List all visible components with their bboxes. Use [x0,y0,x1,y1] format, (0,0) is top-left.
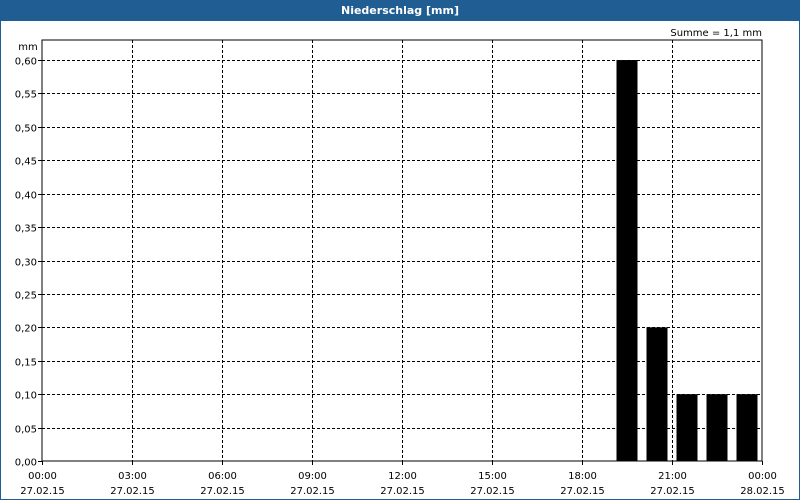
precip-bar [736,394,758,461]
x-tick-label-time: 00:00 [28,471,57,482]
x-tick-label-date: 28.02.15 [740,486,785,497]
y-tick-label: 0,25 [15,291,37,302]
x-tick-label-time: 00:00 [748,471,777,482]
sum-label: Summe = 1,1 mm [670,28,762,39]
x-tick-label-time: 12:00 [388,471,417,482]
x-tick-label-date: 27.02.15 [560,486,605,497]
precip-bar [616,60,638,462]
x-tick-label-time: 03:00 [118,471,147,482]
precipitation-chart: 0,00 0,05 0,10 0,15 0,20 0,25 0,30 0,35 0,40 0,45… [15,28,785,498]
y-tick-label: 0,15 [15,358,37,369]
y-tick-label: 0,10 [15,391,37,402]
y-tick-label: 0,60 [15,57,37,68]
x-tick-label-date: 27.02.15 [20,486,65,497]
bars [616,60,758,462]
x-tick-label-date: 27.02.15 [200,486,245,497]
x-tick-label-date: 27.02.15 [470,486,515,497]
y-tick-label: 0,40 [15,191,37,202]
x-tick-label-date: 27.02.15 [650,486,695,497]
y-tick-label: 0,50 [15,124,37,135]
y-axis-unit-label: mm [18,42,37,53]
x-tick-label-date: 27.02.15 [290,486,335,497]
y-tick-label: 0,20 [15,324,37,335]
precip-bar [706,394,728,461]
y-tick-label: 0,05 [15,425,37,436]
x-tick-label-time: 06:00 [208,471,237,482]
x-tick-label-date: 27.02.15 [380,486,425,497]
x-tick-label-time: 21:00 [658,471,687,482]
y-tick-label: 0,00 [15,458,37,469]
y-tick-label: 0,35 [15,224,37,235]
axis-ticks: 0,00 0,05 0,10 0,15 0,20 0,25 0,30 0,35 0,40 0,45… [15,57,785,498]
y-tick-label: 0,30 [15,258,37,269]
x-tick-label-time: 15:00 [478,471,507,482]
x-tick-label-time: 18:00 [568,471,597,482]
precip-bar [676,394,698,461]
x-tick-label-date: 27.02.15 [110,486,155,497]
y-tick-label: 0,45 [15,157,37,168]
x-tick-label-time: 09:00 [298,471,327,482]
y-tick-label: 0,55 [15,90,37,101]
precip-bar [646,327,668,461]
